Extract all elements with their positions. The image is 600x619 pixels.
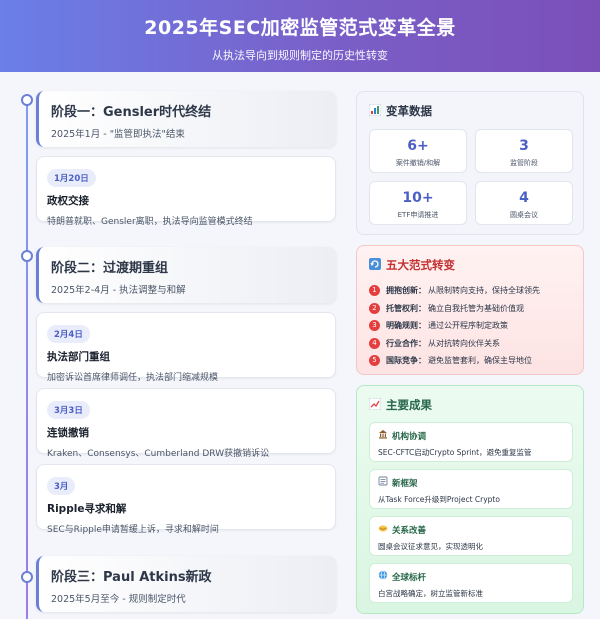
stat-label: 圆桌会议 xyxy=(510,211,538,219)
event-card: 2月4日 执法部门重组 加密诉讼首席律师调任，执法部门缩减规模 xyxy=(36,312,336,383)
shifts-title: 五大范式转变 xyxy=(369,257,573,273)
number-badge: 4 xyxy=(369,337,380,349)
result-desc: 圆桌会议征求意见，实现透明化 xyxy=(378,542,483,551)
stats-title: 变革数据 xyxy=(368,103,573,119)
event-desc: Kraken、Consensys、Cumberland DRW获撤销诉讼 xyxy=(47,449,270,459)
stats-title-text: 变革数据 xyxy=(386,104,432,118)
stat-label: 案件撤销/和解 xyxy=(395,159,441,167)
result-desc: SEC-CFTC启动Crypto Sprint，避免重复监管 xyxy=(378,448,532,457)
stat-value: 6+ xyxy=(407,138,429,154)
result-title-text: 关系改善 xyxy=(392,525,427,536)
list-item: 5 国际竞争： 避免监管套利，确保主导地位 xyxy=(369,352,573,370)
event-date: 1月20日 xyxy=(47,169,96,187)
shifts-panel: 五大范式转变 1 拥抱创新： 从限制转向支持，保持全球领先 2 托管权利： 确立… xyxy=(356,245,584,375)
page-header: 2025年SEC加密监管范式变革全景 从执法导向到规则制定的历史性转变 xyxy=(0,0,600,72)
shift-text: 确立自我托管为基础价值观 xyxy=(428,303,524,313)
shift-name: 行业合作： xyxy=(386,338,426,348)
chart-icon xyxy=(368,103,382,119)
shift-name: 拥抱创新： xyxy=(386,286,426,296)
phase-title: 阶段二：过渡期重组 xyxy=(51,261,169,276)
stat-card: 3 监管阶段 xyxy=(475,129,573,173)
result-card: 全球标杆 白宫战略确定，树立监管新标准 xyxy=(369,563,573,603)
globe-icon xyxy=(378,570,388,583)
shift-text: 从限制转向支持，保持全球领先 xyxy=(428,286,540,296)
stats-grid: 6+ 案件撤销/和解 3 监管阶段 10+ ETF申请推进 4 圆桌会议 xyxy=(369,129,573,225)
phase-subtitle: 2025年1月 - "监管即执法"结束 xyxy=(51,129,185,140)
result-title-text: 全球标杆 xyxy=(392,572,427,583)
result-card: 新框架 从Task Force升级到Project Crypto xyxy=(369,469,573,509)
shift-text: 从对抗转向伙伴关系 xyxy=(428,338,500,348)
event-desc: 加密诉讼首席律师调任，执法部门缩减规模 xyxy=(47,373,219,383)
phase-card-2: 阶段二：过渡期重组 2025年2-4月 - 执法调整与和解 xyxy=(36,247,336,303)
stat-card: 6+ 案件撤销/和解 xyxy=(369,129,467,173)
event-date: 3月 xyxy=(47,477,76,495)
result-title: 新框架 xyxy=(378,476,572,489)
stat-label: 监管阶段 xyxy=(510,159,538,167)
trend-icon xyxy=(368,397,382,413)
number-badge: 1 xyxy=(369,285,380,297)
results-title-text: 主要成果 xyxy=(386,398,432,412)
phase-subtitle: 2025年5月至今 - 规则制定时代 xyxy=(51,594,186,605)
result-card: 机构协调 SEC-CFTC启动Crypto Sprint，避免重复监管 xyxy=(369,422,573,462)
event-title: 政权交接 xyxy=(47,195,89,207)
event-date: 3月3日 xyxy=(47,401,90,419)
result-desc: 从Task Force升级到Project Crypto xyxy=(378,495,500,504)
shift-text: 通过公开程序制定政策 xyxy=(428,321,508,331)
phase-title: 阶段三：Paul Atkins新政 xyxy=(51,570,212,585)
timeline-dot xyxy=(21,250,33,262)
phase-subtitle: 2025年2-4月 - 执法调整与和解 xyxy=(51,285,186,296)
list-item: 3 明确规则： 通过公开程序制定政策 xyxy=(369,317,573,335)
phase-card-3: 阶段三：Paul Atkins新政 2025年5月至今 - 规则制定时代 xyxy=(36,556,336,612)
shift-name: 明确规则： xyxy=(386,321,426,331)
result-title: 关系改善 xyxy=(378,523,572,536)
event-card: 3月3日 连锁撤销 Kraken、Consensys、Cumberland DR… xyxy=(36,388,336,459)
number-badge: 2 xyxy=(369,302,380,314)
shift-name: 国际竞争： xyxy=(386,356,426,366)
timeline-dot xyxy=(21,94,33,106)
number-badge: 5 xyxy=(369,355,380,367)
event-title: Ripple寻求和解 xyxy=(47,503,127,515)
event-desc: SEC与Ripple申请暂缓上诉，寻求和解时间 xyxy=(47,525,219,535)
shifts-title-text: 五大范式转变 xyxy=(386,258,455,272)
results-panel: 主要成果 机构协调 SEC-CFTC启动Crypto Sprint，避免重复监管 xyxy=(356,385,584,614)
result-title: 全球标杆 xyxy=(378,570,572,583)
event-card: 3月 Ripple寻求和解 SEC与Ripple申请暂缓上诉，寻求和解时间 xyxy=(36,464,336,535)
result-title: 机构协调 xyxy=(378,429,572,442)
results-title: 主要成果 xyxy=(368,397,573,413)
list-item: 1 拥抱创新： 从限制转向支持，保持全球领先 xyxy=(369,282,573,300)
refresh-icon xyxy=(369,257,381,273)
results-list: 机构协调 SEC-CFTC启动Crypto Sprint，避免重复监管 新框架 … xyxy=(369,422,573,603)
stat-value: 3 xyxy=(519,138,529,154)
institution-icon xyxy=(378,429,388,442)
phase-card-1: 阶段一：Gensler时代终结 2025年1月 - "监管即执法"结束 xyxy=(36,91,336,147)
framework-icon xyxy=(378,476,388,489)
shift-text: 避免监管套利，确保主导地位 xyxy=(428,356,532,366)
timeline-dot xyxy=(21,571,33,583)
result-title-text: 新框架 xyxy=(392,478,418,489)
result-card: 关系改善 圆桌会议征求意见，实现透明化 xyxy=(369,516,573,556)
stat-label: ETF申请推进 xyxy=(397,211,439,219)
result-desc: 白宫战略确定，树立监管新标准 xyxy=(378,589,483,598)
event-title: 连锁撤销 xyxy=(47,427,89,439)
list-item: 2 托管权利： 确立自我托管为基础价值观 xyxy=(369,300,573,318)
event-card: 1月20日 政权交接 特朗普就职、Gensler离职，执法导向监管模式终结 xyxy=(36,156,336,227)
stat-card: 10+ ETF申请推进 xyxy=(369,181,467,225)
number-badge: 3 xyxy=(369,320,380,332)
event-title: 执法部门重组 xyxy=(47,351,110,363)
event-date: 2月4日 xyxy=(47,325,90,343)
shifts-list: 1 拥抱创新： 从限制转向支持，保持全球领先 2 托管权利： 确立自我托管为基础… xyxy=(369,282,573,370)
list-item: 4 行业合作： 从对抗转向伙伴关系 xyxy=(369,335,573,353)
page-title: 2025年SEC加密监管范式变革全景 xyxy=(144,17,456,39)
stats-panel: 变革数据 6+ 案件撤销/和解 3 监管阶段 10+ ETF申请推进 4 圆桌会… xyxy=(356,91,584,235)
stat-card: 4 圆桌会议 xyxy=(475,181,573,225)
event-desc: 特朗普就职、Gensler离职，执法导向监管模式终结 xyxy=(47,217,253,227)
result-title-text: 机构协调 xyxy=(392,431,427,442)
timeline-line xyxy=(26,98,28,619)
stat-value: 4 xyxy=(519,190,529,206)
stat-value: 10+ xyxy=(402,190,434,206)
handshake-icon xyxy=(378,523,388,536)
shift-name: 托管权利： xyxy=(386,303,426,313)
phase-title: 阶段一：Gensler时代终结 xyxy=(51,105,212,120)
page-subtitle: 从执法导向到规则制定的历史性转变 xyxy=(212,49,388,62)
